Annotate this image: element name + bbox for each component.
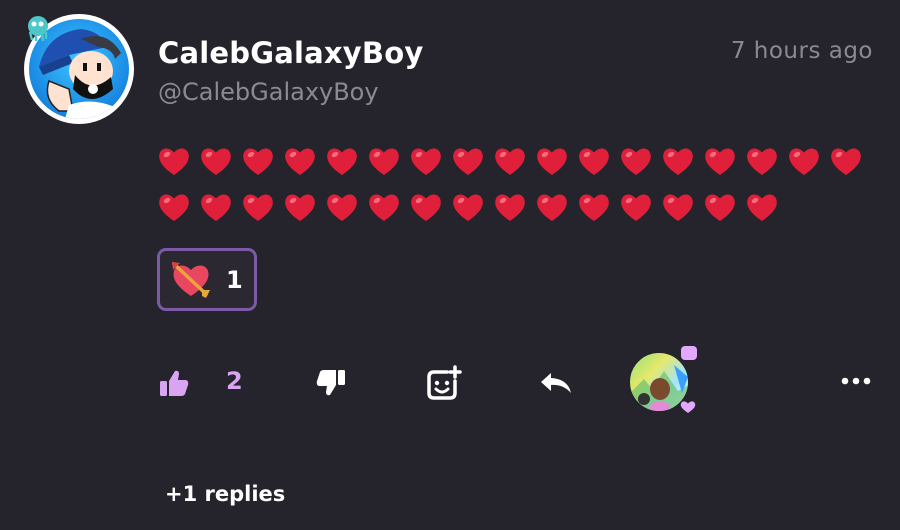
thumbs-up-icon[interactable]: [159, 369, 189, 397]
heart-emoji-icon: [283, 145, 325, 185]
user-avatar[interactable]: [24, 14, 134, 124]
heart-emoji-icon: [661, 145, 703, 185]
heart-emoji-icon: [157, 191, 199, 231]
heart-emoji-icon: [493, 145, 535, 185]
heart-emoji-icon: [535, 191, 577, 231]
heart-row: [157, 145, 877, 191]
heart-emoji-icon: [409, 191, 451, 231]
heart-emoji-icon: [577, 145, 619, 185]
heart-emoji-icon: [409, 145, 451, 185]
comment-card: CalebGalaxyBoy @CalebGalaxyBoy 7 hours a…: [0, 0, 900, 530]
timestamp: 7 hours ago: [730, 38, 873, 64]
heart-emoji-icon: [157, 145, 199, 185]
heart-emoji-icon: [199, 145, 241, 185]
heart-emoji-icon: [493, 191, 535, 231]
like-count: 2: [226, 367, 243, 395]
heart-emoji-icon: [451, 145, 493, 185]
add-reaction-icon[interactable]: [425, 365, 463, 403]
action-bar: 2: [0, 345, 900, 425]
reaction-chip[interactable]: 1: [157, 248, 257, 311]
heart-emoji-icon: [703, 145, 745, 185]
heart-row: [157, 191, 877, 237]
heart-emoji-icon: [535, 145, 577, 185]
reactor-badge: [681, 346, 697, 360]
small-heart-icon: [680, 401, 696, 413]
heart-emoji-icon: [619, 145, 661, 185]
heart-emoji-icon: [241, 145, 283, 185]
heart-emoji-icon: [619, 191, 661, 231]
heart-emoji-icon: [745, 191, 787, 231]
heart-with-arrow-icon: [172, 261, 210, 298]
user-handle: @CalebGalaxyBoy: [158, 78, 379, 106]
reaction-count: 1: [226, 266, 243, 294]
heart-emoji-icon: [661, 191, 703, 231]
thumbs-down-icon[interactable]: [316, 369, 346, 397]
reply-arrow-icon[interactable]: [539, 371, 573, 395]
heart-emoji-icon: [703, 191, 745, 231]
heart-emoji-icon: [829, 145, 871, 185]
heart-emoji-icon: [283, 191, 325, 231]
username[interactable]: CalebGalaxyBoy: [158, 36, 423, 70]
more-dots-icon[interactable]: [841, 377, 871, 385]
heart-emoji-icon: [325, 191, 367, 231]
comment-body: [157, 145, 877, 237]
heart-emoji-icon: [787, 145, 829, 185]
heart-emoji-icon: [745, 145, 787, 185]
heart-emoji-icon: [241, 191, 283, 231]
heart-emoji-icon: [367, 191, 409, 231]
heart-emoji-icon: [367, 145, 409, 185]
avatar-badge-icon: [28, 16, 48, 42]
heart-emoji-icon: [199, 191, 241, 231]
replies-link[interactable]: +1 replies: [165, 482, 285, 506]
heart-emoji-icon: [577, 191, 619, 231]
heart-emoji-icon: [451, 191, 493, 231]
heart-emoji-icon: [325, 145, 367, 185]
